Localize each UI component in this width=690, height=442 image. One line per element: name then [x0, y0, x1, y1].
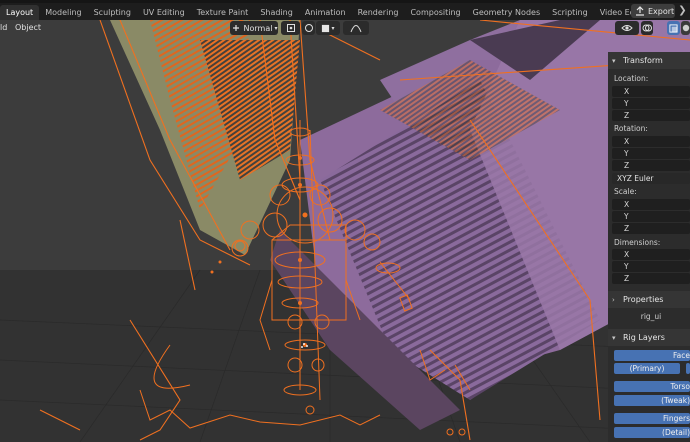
falloff-dropdown[interactable] [343, 21, 369, 35]
rotation-y-field[interactable]: Y [612, 148, 690, 159]
xray-toggle[interactable] [667, 21, 680, 35]
dimensions-y-field[interactable]: Y [612, 261, 690, 272]
rig-layer-fingers-detail-button[interactable]: (Detail) [614, 427, 690, 438]
gizmo-icon [621, 25, 633, 31]
snap-icon [304, 24, 313, 32]
rig-layer-face-label: Face [673, 351, 690, 360]
export-icon [636, 6, 644, 16]
rig-layer-primary-button[interactable]: (Primary) [614, 363, 680, 374]
workspace-tab-bar: Layout Modeling Sculpting UV Editing Tex… [0, 0, 690, 20]
transform-panel-header[interactable]: ▾ Transform [608, 52, 690, 69]
tab-geometry-nodes[interactable]: Geometry Nodes [467, 5, 546, 20]
falloff-curve-icon [350, 25, 362, 33]
rig-layers-panel-header[interactable]: ▾ Rig Layers [608, 329, 690, 346]
rig-layer-primary-label: (Primary) [629, 364, 665, 373]
tab-sculpting[interactable]: Sculpting [88, 5, 137, 20]
chevron-down-icon: ▾ [612, 56, 616, 65]
transform-orientation-dropdown[interactable]: Normal ▾ [230, 21, 278, 35]
pivot-point-dropdown[interactable] [281, 21, 300, 35]
overlay-toggle[interactable] [641, 21, 653, 35]
rig-layer-fingers-button[interactable]: Fingers [614, 413, 690, 424]
location-label: Location: [614, 74, 649, 83]
rig-layer-secondary-button[interactable] [686, 363, 690, 374]
rotation-label: Rotation: [614, 124, 648, 133]
rig-layer-torso-tweak-label: (Tweak) [661, 396, 690, 405]
gizmo-toggle[interactable] [615, 21, 639, 35]
rig-layer-face-button[interactable]: Face [614, 350, 690, 361]
chevron-down-icon: ▾ [331, 24, 335, 32]
menu-build[interactable]: ld [0, 23, 7, 32]
rig-layer-torso-label: Torso [670, 382, 690, 391]
tab-modeling[interactable]: Modeling [39, 5, 87, 20]
title-strip [0, 0, 690, 3]
transform-panel-title: Transform [623, 56, 663, 65]
location-x-field[interactable]: X [612, 86, 690, 97]
export-button[interactable]: Export [631, 4, 675, 18]
rig-layer-fingers-label: Fingers [663, 414, 690, 423]
snap-toggle[interactable] [302, 21, 315, 35]
tab-rendering[interactable]: Rendering [352, 5, 405, 20]
scale-y-field[interactable]: Y [612, 211, 690, 222]
chevron-down-icon: ▾ [274, 24, 278, 32]
overlay-icon [642, 24, 652, 32]
viewport-scene [0, 20, 690, 442]
rotation-x-field[interactable]: X [612, 136, 690, 147]
workspace-tabs: Layout Modeling Sculpting UV Editing Tex… [0, 5, 659, 20]
tab-shading[interactable]: Shading [254, 5, 299, 20]
rig-layer-torso-tweak-button[interactable]: (Tweak) [614, 395, 690, 406]
dimensions-label: Dimensions: [614, 238, 661, 247]
solid-shading-icon [682, 24, 689, 32]
properties-panel-header[interactable]: › Properties [608, 291, 690, 308]
dimensions-x-field[interactable]: X [612, 249, 690, 260]
shading-solid-toggle[interactable] [681, 21, 690, 35]
xray-icon [669, 23, 678, 33]
properties-panel-title: Properties [623, 295, 664, 304]
pivot-point-icon [286, 24, 295, 32]
tab-layout[interactable]: Layout [0, 5, 40, 20]
export-label: Export [648, 6, 675, 16]
pivot-mode-label: Normal [243, 23, 273, 33]
transform-orientation-icon [232, 25, 239, 31]
tab-compositing[interactable]: Compositing [404, 5, 466, 20]
rotation-z-field[interactable]: Z [612, 160, 690, 171]
scale-label: Scale: [614, 187, 637, 196]
viewport-header: ld Object Normal ▾ ▾ [0, 20, 690, 36]
location-y-field[interactable]: Y [612, 98, 690, 109]
rig-layer-fingers-detail-label: (Detail) [662, 428, 690, 437]
rig-layers-panel-title: Rig Layers [623, 333, 665, 342]
tab-uv-editing[interactable]: UV Editing [137, 5, 191, 20]
rig-layer-torso-button[interactable]: Torso [614, 381, 690, 392]
location-z-field[interactable]: Z [612, 110, 690, 121]
tab-scripting[interactable]: Scripting [546, 5, 594, 20]
scale-z-field[interactable]: Z [612, 223, 690, 234]
menu-object[interactable]: Object [15, 23, 41, 32]
chevron-right-icon: › [612, 295, 615, 304]
scale-x-field[interactable]: X [612, 199, 690, 210]
dimensions-z-field[interactable]: Z [612, 273, 690, 284]
proportional-editing-toggle[interactable]: ▾ [316, 21, 340, 35]
tab-animation[interactable]: Animation [299, 5, 352, 20]
chevron-right-icon[interactable]: ❯ [677, 4, 688, 18]
tab-texture-paint[interactable]: Texture Paint [191, 5, 255, 20]
chevron-down-icon: ▾ [612, 333, 616, 342]
rig-ui-property: rig_ui [640, 312, 662, 321]
3d-viewport[interactable] [0, 20, 690, 442]
rotation-mode-dropdown[interactable]: XYZ Euler [612, 173, 690, 184]
proportional-editing-icon [322, 24, 330, 32]
